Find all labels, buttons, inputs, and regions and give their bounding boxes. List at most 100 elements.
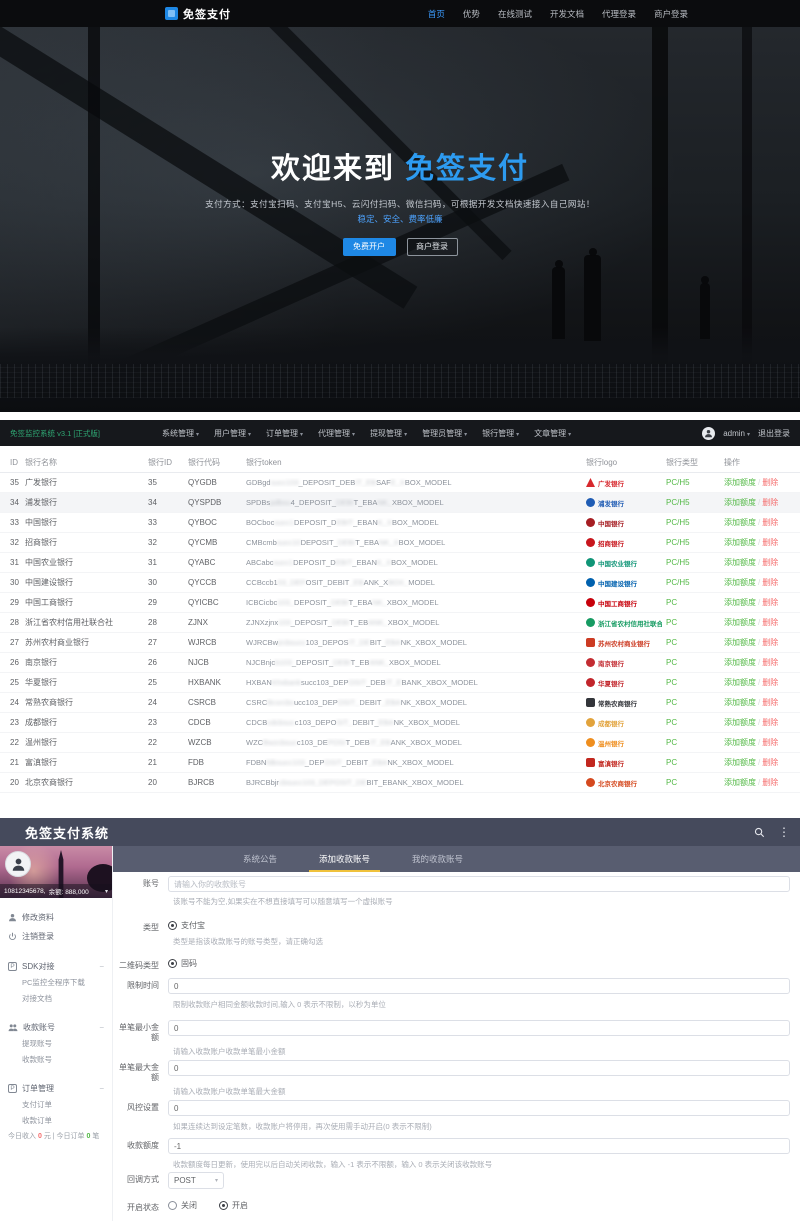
- add-quota-link[interactable]: 添加额度: [724, 678, 756, 687]
- delete-link[interactable]: 删除: [762, 778, 778, 787]
- add-quota-link[interactable]: 添加额度: [724, 498, 756, 507]
- delete-link[interactable]: 删除: [762, 478, 778, 487]
- admin-nav-dropdown[interactable]: 文章管理: [534, 428, 571, 439]
- sidebar-item-receive-orders[interactable]: 收款订单: [0, 1113, 112, 1129]
- admin-nav-dropdown[interactable]: 系统管理: [162, 428, 199, 439]
- search-icon[interactable]: [754, 827, 765, 838]
- delete-link[interactable]: 删除: [762, 758, 778, 767]
- sidebar-group-accounts[interactable]: 收款账号 −: [0, 1018, 112, 1036]
- limit-time-input[interactable]: [168, 978, 790, 994]
- add-quota-link[interactable]: 添加额度: [724, 738, 756, 747]
- delete-link[interactable]: 删除: [762, 658, 778, 667]
- add-quota-link[interactable]: 添加额度: [724, 698, 756, 707]
- callback-method-select[interactable]: POST ▾: [168, 1172, 224, 1189]
- delete-link[interactable]: 删除: [762, 538, 778, 547]
- delete-link[interactable]: 删除: [762, 498, 778, 507]
- status-on-radio[interactable]: [219, 1201, 228, 1210]
- sidebar-item-docs[interactable]: 对接文档: [0, 991, 112, 1007]
- sidebar-group-orders[interactable]: P 订单管理 −: [0, 1079, 112, 1097]
- delete-link[interactable]: 删除: [762, 678, 778, 687]
- chevron-down-icon: ▾: [215, 1177, 218, 1184]
- admin-nav-dropdown[interactable]: 代理管理: [318, 428, 355, 439]
- admin-nav-dropdown[interactable]: 管理员管理: [422, 428, 467, 439]
- min-amount-input[interactable]: [168, 1020, 790, 1036]
- collapse-icon[interactable]: −: [99, 962, 104, 971]
- bank-logo-icon: [586, 518, 595, 527]
- delete-link[interactable]: 删除: [762, 618, 778, 627]
- delete-link[interactable]: 删除: [762, 718, 778, 727]
- add-quota-link[interactable]: 添加额度: [724, 778, 756, 787]
- add-quota-link[interactable]: 添加额度: [724, 758, 756, 767]
- nav-link[interactable]: 代理登录: [602, 8, 636, 20]
- add-quota-link[interactable]: 添加额度: [724, 718, 756, 727]
- sidebar-item-receive-account[interactable]: 收款账号: [0, 1052, 112, 1068]
- add-quota-link[interactable]: 添加额度: [724, 658, 756, 667]
- more-menu-icon[interactable]: ⋮: [778, 826, 790, 838]
- delete-link[interactable]: 删除: [762, 698, 778, 707]
- bank-name: 招商银行: [25, 537, 148, 548]
- add-quota-link[interactable]: 添加额度: [724, 518, 756, 527]
- delete-link[interactable]: 删除: [762, 578, 778, 587]
- delete-link[interactable]: 删除: [762, 518, 778, 527]
- delete-link[interactable]: 删除: [762, 598, 778, 607]
- add-quota-link[interactable]: 添加额度: [724, 558, 756, 567]
- sidebar-item-pc-download[interactable]: PC监控全程序下载: [0, 975, 112, 991]
- max-amount-input[interactable]: [168, 1060, 790, 1076]
- nav-link[interactable]: 开发文档: [550, 8, 584, 20]
- logout-link[interactable]: 退出登录: [758, 428, 790, 439]
- admin-nav-dropdown[interactable]: 银行管理: [482, 428, 519, 439]
- admin-user-dropdown[interactable]: admin: [723, 429, 750, 438]
- sidebar-item-withdraw-account[interactable]: 提现账号: [0, 1036, 112, 1052]
- sidebar-group-label: 订单管理: [22, 1083, 54, 1094]
- add-quota-link[interactable]: 添加额度: [724, 578, 756, 587]
- bank-logo-icon: [586, 778, 595, 787]
- account-input[interactable]: [168, 876, 790, 892]
- quota-input[interactable]: [168, 1138, 790, 1154]
- add-quota-link[interactable]: 添加额度: [724, 598, 756, 607]
- tab[interactable]: 添加收款账号: [317, 853, 372, 872]
- site-logo[interactable]: 免签支付: [165, 6, 231, 22]
- table-row: 31 中国农业银行 31 QYABC ABCabcsucc1DEPOSIT_DE…: [0, 553, 800, 573]
- tab[interactable]: 我的收款账号: [410, 853, 465, 872]
- add-quota-link[interactable]: 添加额度: [724, 638, 756, 647]
- bank-token: BOCbocsucc1DEPOSIT_DEBIT_EBANK_XBOX_MODE…: [246, 518, 586, 527]
- nav-link[interactable]: 商户登录: [654, 8, 688, 20]
- op-separator: /: [758, 598, 760, 607]
- alipay-radio[interactable]: [168, 921, 177, 930]
- sidebar-item-logout[interactable]: 注销登录: [0, 927, 112, 946]
- delete-link[interactable]: 删除: [762, 738, 778, 747]
- add-quota-link[interactable]: 添加额度: [724, 618, 756, 627]
- open-account-button[interactable]: 免费开户: [343, 238, 396, 256]
- bank-id: 27: [148, 638, 188, 647]
- nav-link[interactable]: 在线测试: [498, 8, 532, 20]
- delete-link[interactable]: 删除: [762, 558, 778, 567]
- admin-avatar[interactable]: [702, 427, 715, 440]
- nav-link[interactable]: 首页: [428, 8, 445, 20]
- status-off-radio[interactable]: [168, 1201, 177, 1210]
- fixed-qr-radio[interactable]: [168, 959, 177, 968]
- sidebar-group-sdk[interactable]: P SDK对接 −: [0, 957, 112, 975]
- op-separator: /: [758, 758, 760, 767]
- risk-input[interactable]: [168, 1100, 790, 1116]
- collapse-icon[interactable]: −: [99, 1023, 104, 1032]
- bank-name: 浙江省农村信用社联合社: [25, 617, 148, 628]
- sidebar-item-pay-orders[interactable]: 支付订单: [0, 1097, 112, 1113]
- delete-link[interactable]: 删除: [762, 638, 778, 647]
- row-operations: 添加额度/删除: [724, 697, 800, 708]
- add-quota-link[interactable]: 添加额度: [724, 538, 756, 547]
- merchant-login-button[interactable]: 商户登录: [407, 238, 458, 256]
- merchant-body: 10812345678, 余额: 888,000 ▾ 修改资料 注销登录 P S…: [0, 846, 800, 1221]
- collapse-icon[interactable]: −: [99, 1084, 104, 1093]
- chevron-down-icon[interactable]: ▾: [105, 888, 108, 895]
- admin-nav-dropdown[interactable]: 用户管理: [214, 428, 251, 439]
- nav-link[interactable]: 优势: [463, 8, 480, 20]
- tab[interactable]: 系统公告: [241, 853, 279, 872]
- profile-avatar[interactable]: [5, 851, 31, 877]
- admin-nav-dropdown[interactable]: 提现管理: [370, 428, 407, 439]
- op-separator: /: [758, 558, 760, 567]
- sidebar-item-edit-profile[interactable]: 修改资料: [0, 908, 112, 927]
- op-separator: /: [758, 778, 760, 787]
- bank-type: PC: [666, 758, 724, 767]
- add-quota-link[interactable]: 添加额度: [724, 478, 756, 487]
- admin-nav-dropdown[interactable]: 订单管理: [266, 428, 303, 439]
